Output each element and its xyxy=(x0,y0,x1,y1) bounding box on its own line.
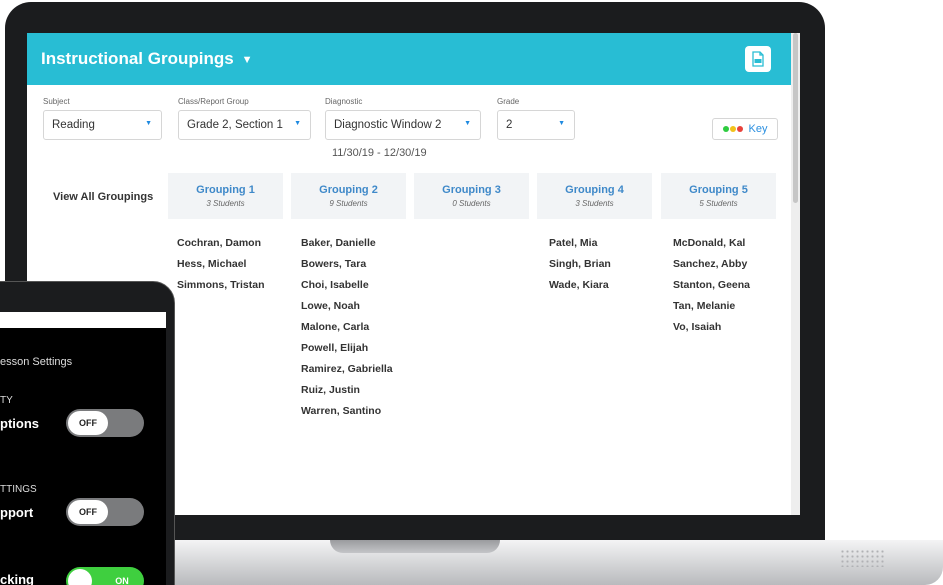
tablet-screen: esson Settings TY ptions OFF TTINGS ppor… xyxy=(0,312,166,585)
grouping-title: Grouping 1 xyxy=(196,184,255,196)
grade-label: Grade xyxy=(497,97,520,106)
key-button[interactable]: Key xyxy=(712,118,778,140)
key-dot-icon xyxy=(736,126,743,132)
tablet-top-bar xyxy=(0,312,166,328)
app-header: Instructional Groupings ▼ xyxy=(27,33,791,85)
grouping-count: 3 Students xyxy=(206,199,245,208)
student-name[interactable]: Bowers, Tara xyxy=(301,257,393,278)
student-name[interactable]: Lowe, Noah xyxy=(301,299,393,320)
pdf-export-button[interactable] xyxy=(745,46,771,72)
student-name[interactable]: Ruiz, Justin xyxy=(301,383,393,404)
chevron-down-icon: ▼ xyxy=(464,120,471,127)
class-group-value: Grade 2, Section 1 xyxy=(187,119,283,131)
scrollbar-thumb[interactable] xyxy=(793,33,798,203)
toggle-state: OFF xyxy=(68,500,108,524)
grouping-4-students: Patel, Mia Singh, Brian Wade, Kiara xyxy=(549,236,611,299)
toggle-state: ON xyxy=(115,576,129,585)
student-name[interactable]: Simmons, Tristan xyxy=(177,278,265,299)
student-name[interactable]: McDonald, Kal xyxy=(673,236,750,257)
subject-label: Subject xyxy=(43,97,70,106)
student-name[interactable]: Baker, Danielle xyxy=(301,236,393,257)
student-name[interactable]: Stanton, Geena xyxy=(673,278,750,299)
diagnostic-date-range: 11/30/19 - 12/30/19 xyxy=(332,147,427,159)
laptop-speaker xyxy=(840,549,885,567)
diagnostic-select[interactable]: Diagnostic Window 2 ▼ xyxy=(325,110,481,140)
captions-toggle[interactable]: OFF xyxy=(66,409,144,437)
student-name[interactable]: Sanchez, Abby xyxy=(673,257,750,278)
student-name[interactable]: Tan, Melanie xyxy=(673,299,750,320)
key-dot-icon xyxy=(729,126,736,132)
grouping-card[interactable]: Grouping 3 0 Students xyxy=(414,173,529,219)
chevron-down-icon: ▼ xyxy=(558,120,565,127)
student-name[interactable]: Singh, Brian xyxy=(549,257,611,278)
grade-select[interactable]: 2 ▼ xyxy=(497,110,575,140)
diagnostic-value: Diagnostic Window 2 xyxy=(334,119,442,131)
grouping-count: 0 Students xyxy=(452,199,491,208)
view-all-groupings-link[interactable]: View All Groupings xyxy=(53,191,153,203)
student-name[interactable]: Ramirez, Gabriella xyxy=(301,362,393,383)
setting-name: ptions xyxy=(0,416,39,431)
grouping-count: 9 Students xyxy=(329,199,368,208)
section-label: TY xyxy=(0,395,13,406)
grouping-count: 5 Students xyxy=(699,199,738,208)
student-name[interactable]: Wade, Kiara xyxy=(549,278,611,299)
page-title[interactable]: Instructional Groupings xyxy=(41,49,234,69)
student-name[interactable]: Choi, Isabelle xyxy=(301,278,393,299)
grouping-1-students: Cochran, Damon Hess, Michael Simmons, Tr… xyxy=(177,236,265,299)
student-name[interactable]: Powell, Elijah xyxy=(301,341,393,362)
diagnostic-label: Diagnostic xyxy=(325,97,363,106)
class-group-select[interactable]: Grade 2, Section 1 ▼ xyxy=(178,110,311,140)
student-name[interactable]: Cochran, Damon xyxy=(177,236,265,257)
laptop-base xyxy=(150,540,943,585)
student-name[interactable]: Malone, Carla xyxy=(301,320,393,341)
pdf-icon xyxy=(752,51,764,67)
tracking-toggle[interactable]: ON xyxy=(66,567,144,585)
setting-name: pport xyxy=(0,505,34,520)
grouping-5-students: McDonald, Kal Sanchez, Abby Stanton, Gee… xyxy=(673,236,750,341)
grouping-card[interactable]: Grouping 4 3 Students xyxy=(537,173,652,219)
student-name[interactable]: Vo, Isaiah xyxy=(673,320,750,341)
setting-name: cking xyxy=(0,572,34,585)
class-group-label: Class/Report Group xyxy=(178,97,249,106)
toggle-knob xyxy=(68,569,92,585)
grouping-count: 3 Students xyxy=(575,199,614,208)
chevron-down-icon: ▼ xyxy=(294,120,301,127)
grouping-title: Grouping 3 xyxy=(442,184,501,196)
grouping-title: Grouping 2 xyxy=(319,184,378,196)
grouping-title: Grouping 5 xyxy=(689,184,748,196)
grouping-card[interactable]: Grouping 1 3 Students xyxy=(168,173,283,219)
chevron-down-icon: ▼ xyxy=(145,120,152,127)
subject-select[interactable]: Reading ▼ xyxy=(43,110,162,140)
subject-value: Reading xyxy=(52,119,95,131)
grouping-card[interactable]: Grouping 5 5 Students xyxy=(661,173,776,219)
grouping-2-students: Baker, Danielle Bowers, Tara Choi, Isabe… xyxy=(301,236,393,425)
laptop-notch xyxy=(330,540,500,553)
key-label: Key xyxy=(748,123,768,135)
key-dot-icon xyxy=(722,126,729,132)
grouping-card[interactable]: Grouping 2 9 Students xyxy=(291,173,406,219)
grade-value: 2 xyxy=(506,119,513,131)
grouping-title: Grouping 4 xyxy=(565,184,624,196)
support-toggle[interactable]: OFF xyxy=(66,498,144,526)
lesson-settings-title: esson Settings xyxy=(0,356,73,368)
title-dropdown-icon[interactable]: ▼ xyxy=(242,54,253,66)
student-name[interactable]: Warren, Santino xyxy=(301,404,393,425)
section-label: TTINGS xyxy=(0,484,37,495)
student-name[interactable]: Hess, Michael xyxy=(177,257,265,278)
toggle-state: OFF xyxy=(68,411,108,435)
student-name[interactable]: Patel, Mia xyxy=(549,236,611,257)
